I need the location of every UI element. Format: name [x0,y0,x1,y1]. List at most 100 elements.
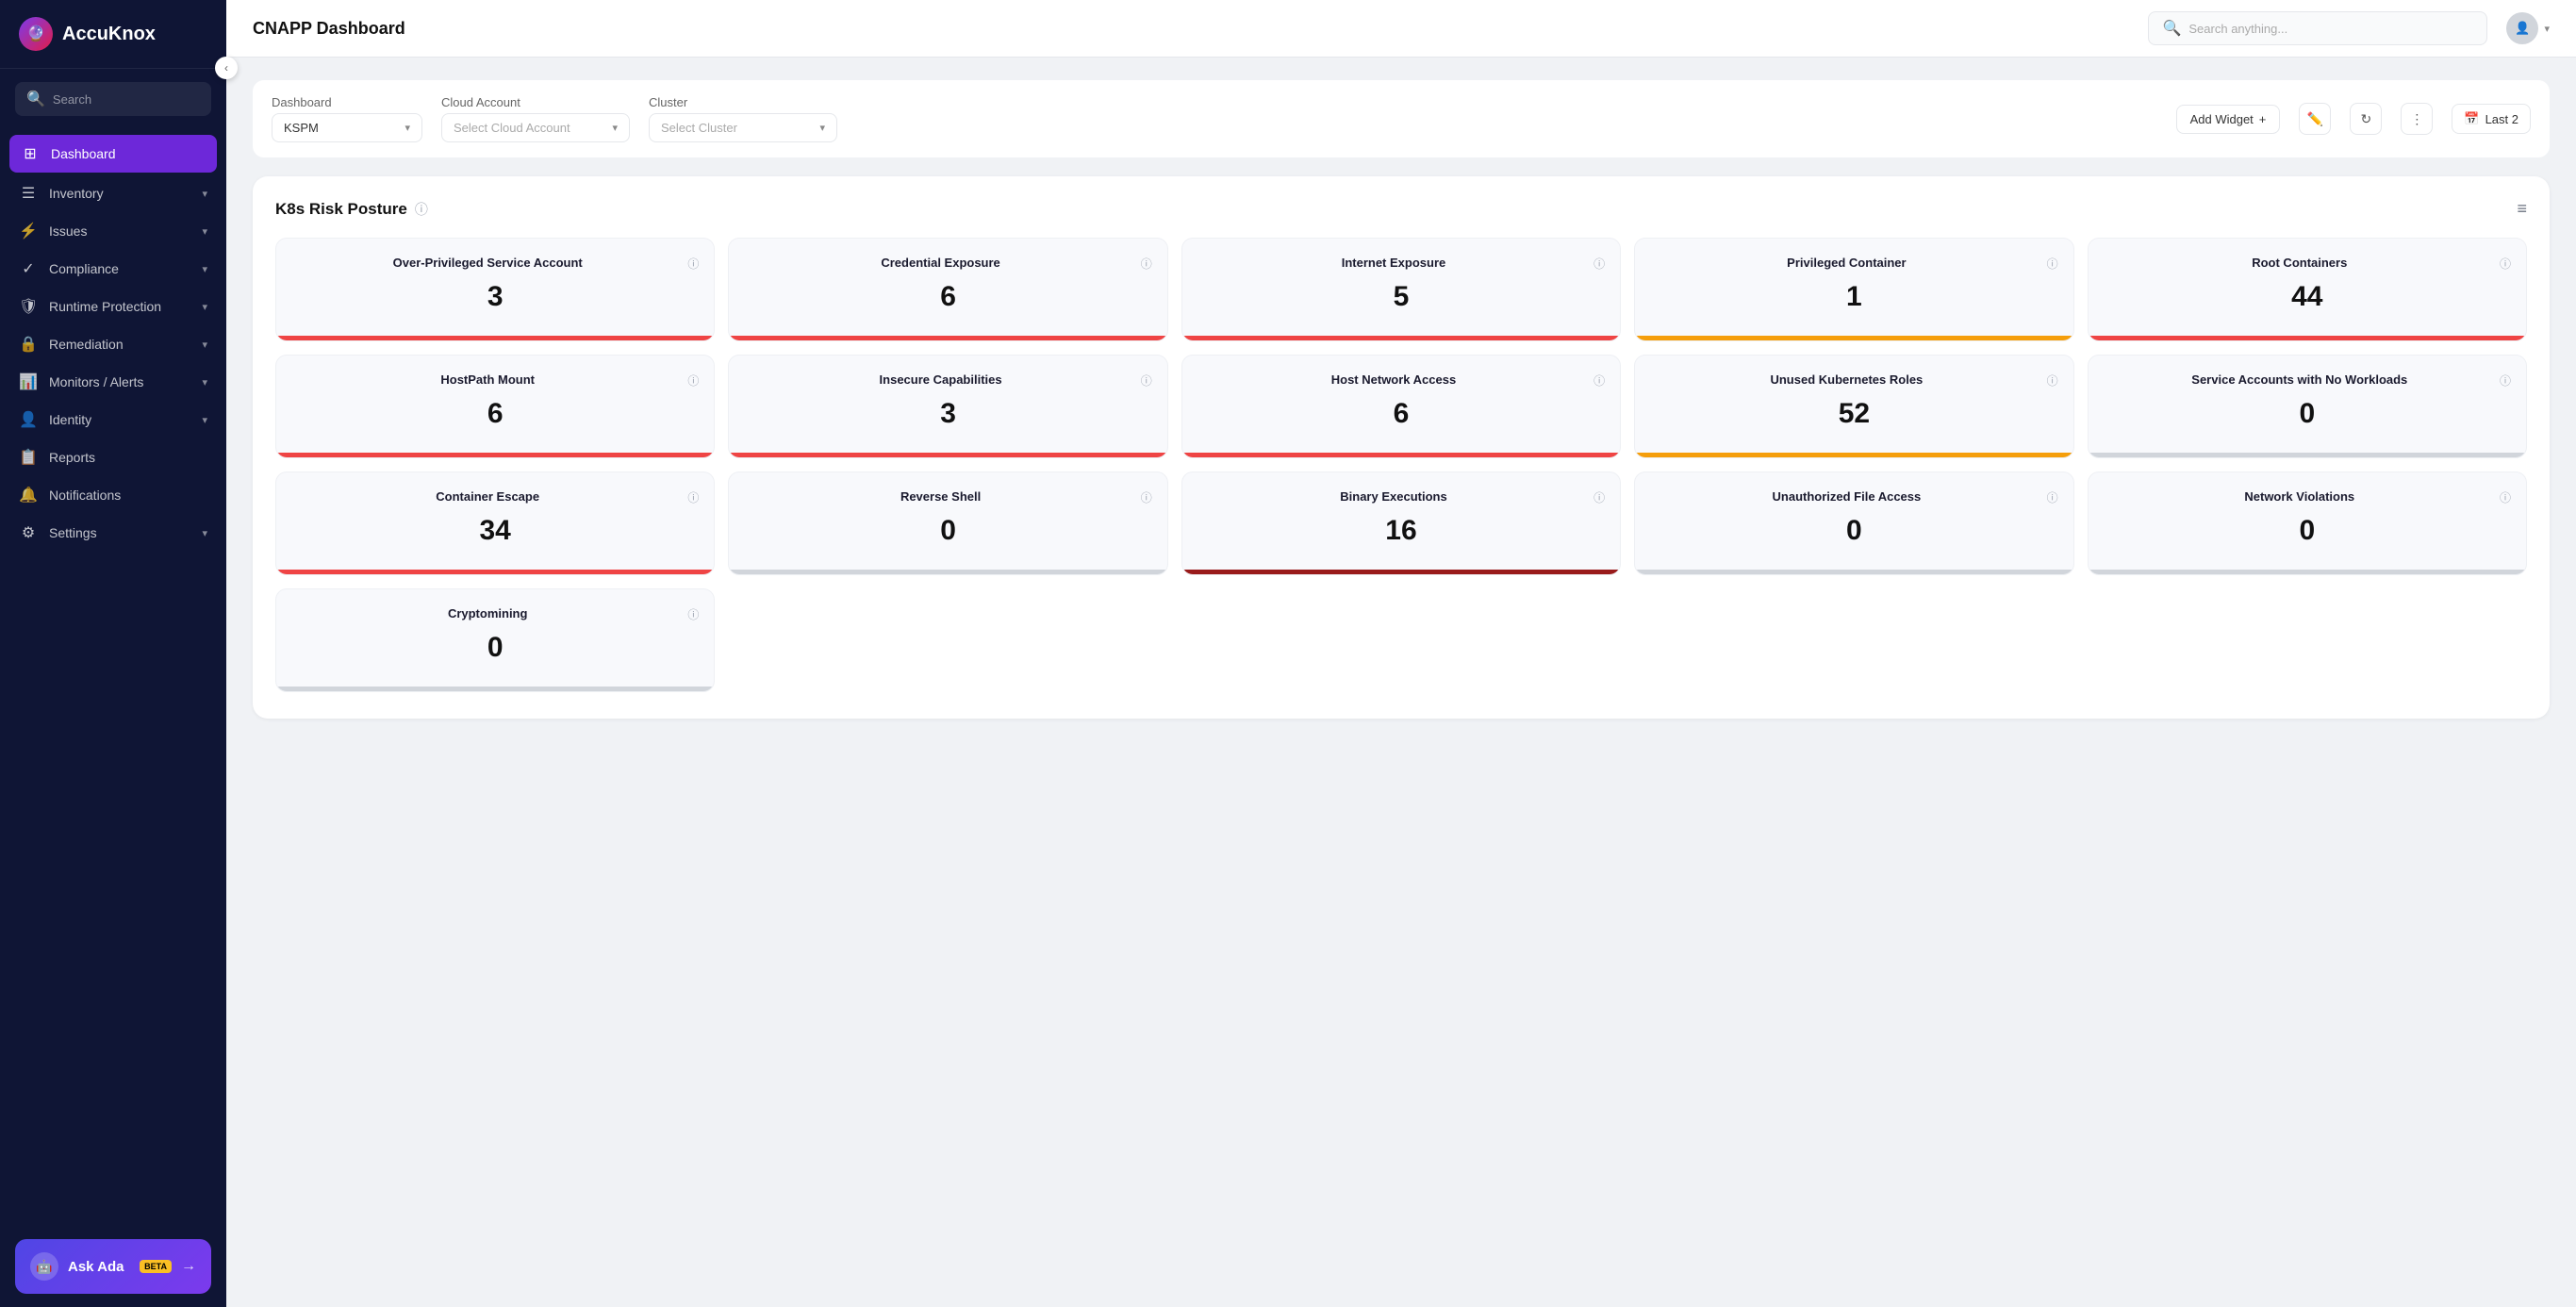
risk-card-over-privileged[interactable]: Over-Privileged Service Account ⓘ 3 [275,238,715,341]
main-scroll-area: Dashboard KSPM ▾ Cloud Account Select Cl… [226,58,2576,1307]
info-icon[interactable]: ⓘ [2047,372,2058,389]
risk-card-header: Insecure Capabilities ⓘ [744,372,1151,389]
chevron-down-icon: ▾ [612,122,618,134]
sidebar-item-label: Remediation [49,337,190,352]
sidebar-item-label: Settings [49,525,190,540]
risk-card-title-container-escape: Container Escape [291,489,684,505]
add-widget-button[interactable]: Add Widget + [2176,105,2281,134]
risk-card-hostpath-mount[interactable]: HostPath Mount ⓘ 6 [275,355,715,458]
search-input[interactable] [53,92,200,107]
date-range-button[interactable]: 📅 Last 2 [2452,104,2531,134]
issues-icon: ⚡ [19,222,38,240]
risk-card-value-insecure-capabilities: 3 [744,398,1151,430]
sidebar-item-compliance[interactable]: ✓ Compliance ▾ [0,250,226,288]
sidebar-item-reports[interactable]: 📋 Reports [0,438,226,476]
chevron-down-icon: ▾ [2544,23,2550,35]
dashboard-select[interactable]: KSPM ▾ [272,113,422,142]
edit-button[interactable]: ✏️ [2299,103,2331,135]
info-icon[interactable]: ⓘ [1593,372,1605,389]
filter-lines-icon[interactable]: ≡ [2517,199,2527,219]
calendar-icon: 📅 [2464,111,2479,126]
sidebar-search-container[interactable]: 🔍 [15,82,211,116]
filter-bar: Dashboard KSPM ▾ Cloud Account Select Cl… [253,80,2550,157]
info-icon[interactable]: ⓘ [2500,372,2511,389]
sidebar-item-issues[interactable]: ⚡ Issues ▾ [0,212,226,250]
logo-text: AccuKnox [62,24,156,45]
refresh-button[interactable]: ↻ [2350,103,2382,135]
risk-card-header: Binary Executions ⓘ [1197,489,1605,505]
risk-card-bar-internet-exposure [1182,336,1620,340]
info-icon[interactable]: ⓘ [2047,256,2058,272]
risk-card-header: Reverse Shell ⓘ [744,489,1151,505]
info-icon[interactable]: ⓘ [2500,256,2511,272]
risk-card-unauthorized-file-access[interactable]: Unauthorized File Access ⓘ 0 [1634,472,2073,575]
risk-card-title-insecure-capabilities: Insecure Capabilities [744,372,1136,389]
settings-icon: ⚙ [19,523,38,542]
info-icon[interactable]: ⓘ [1593,489,1605,505]
risk-card-bar-reverse-shell [729,570,1166,574]
risk-card-title-network-violations: Network Violations [2104,489,2496,505]
global-search[interactable]: 🔍 [2148,11,2487,45]
k8s-risk-widget: K8s Risk Posture ⓘ ≡ Over-Privileged Ser… [253,176,2550,719]
risk-card-service-accounts-no-workloads[interactable]: Service Accounts with No Workloads ⓘ 0 [2088,355,2527,458]
risk-card-host-network-access[interactable]: Host Network Access ⓘ 6 [1181,355,1621,458]
info-icon[interactable]: ⓘ [687,606,699,622]
risk-card-root-containers[interactable]: Root Containers ⓘ 44 [2088,238,2527,341]
risk-card-insecure-capabilities[interactable]: Insecure Capabilities ⓘ 3 [728,355,1167,458]
info-icon[interactable]: ⓘ [2047,489,2058,505]
info-icon[interactable]: ⓘ [2500,489,2511,505]
inventory-icon: ☰ [19,184,38,203]
risk-card-internet-exposure[interactable]: Internet Exposure ⓘ 5 [1181,238,1621,341]
risk-card-value-service-accounts-no-workloads: 0 [2104,398,2511,430]
sidebar-item-monitors[interactable]: 📊 Monitors / Alerts ▾ [0,363,226,401]
ask-ada-label: Ask Ada [68,1259,130,1275]
more-options-button[interactable]: ⋮ [2401,103,2433,135]
logo-icon: 🔮 [19,17,53,51]
cloud-account-select[interactable]: Select Cloud Account ▾ [441,113,630,142]
risk-card-privileged-container[interactable]: Privileged Container ⓘ 1 [1634,238,2073,341]
risk-card-unused-kubernetes-roles[interactable]: Unused Kubernetes Roles ⓘ 52 [1634,355,2073,458]
info-icon[interactable]: ⓘ [1141,489,1152,505]
sidebar-item-identity[interactable]: 👤 Identity ▾ [0,401,226,438]
sidebar-item-label: Compliance [49,261,190,276]
risk-card-bar-insecure-capabilities [729,453,1166,457]
cluster-select[interactable]: Select Cluster ▾ [649,113,837,142]
risk-card-header: Container Escape ⓘ [291,489,699,505]
avatar-circle: 👤 [2506,12,2538,44]
sidebar-item-remediation[interactable]: 🔒 Remediation ▾ [0,325,226,363]
risk-card-binary-executions[interactable]: Binary Executions ⓘ 16 [1181,472,1621,575]
risk-card-title-service-accounts-no-workloads: Service Accounts with No Workloads [2104,372,2496,389]
widget-title: K8s Risk Posture [275,200,407,219]
sidebar-logo: 🔮 AccuKnox [0,0,226,69]
risk-card-container-escape[interactable]: Container Escape ⓘ 34 [275,472,715,575]
risk-card-credential-exposure[interactable]: Credential Exposure ⓘ 6 [728,238,1167,341]
chevron-down-icon: ▾ [202,376,207,389]
risk-card-network-violations[interactable]: Network Violations ⓘ 0 [2088,472,2527,575]
info-icon[interactable]: ⓘ [687,256,699,272]
main-content: CNAPP Dashboard 🔍 👤 ▾ Dashboard KSPM ▾ [226,0,2576,1307]
info-icon[interactable]: ⓘ [687,489,699,505]
risk-grid-row-1: HostPath Mount ⓘ 6 Insecure Capabilities… [275,355,2527,458]
info-icon[interactable]: ⓘ [415,200,428,219]
risk-card-value-internet-exposure: 5 [1197,281,1605,313]
sidebar-item-notifications[interactable]: 🔔 Notifications [0,476,226,514]
sidebar-item-inventory[interactable]: ☰ Inventory ▾ [0,174,226,212]
search-icon: 🔍 [2162,19,2181,38]
sidebar-item-runtime[interactable]: 🛡 Runtime Protection ▾ [0,288,226,325]
search-input[interactable] [2188,22,2473,36]
sidebar-collapse-button[interactable]: ‹ [215,57,238,79]
ask-ada-arrow-icon: → [181,1258,196,1275]
info-icon[interactable]: ⓘ [687,372,699,389]
topbar: CNAPP Dashboard 🔍 👤 ▾ [226,0,2576,58]
risk-card-reverse-shell[interactable]: Reverse Shell ⓘ 0 [728,472,1167,575]
sidebar-item-label: Inventory [49,186,190,201]
info-icon[interactable]: ⓘ [1141,256,1152,272]
info-icon[interactable]: ⓘ [1141,372,1152,389]
cloud-account-label: Cloud Account [441,95,630,109]
sidebar-item-dashboard[interactable]: ⊞ Dashboard [9,135,217,173]
info-icon[interactable]: ⓘ [1593,256,1605,272]
user-avatar[interactable]: 👤 ▾ [2506,12,2550,44]
sidebar-item-settings[interactable]: ⚙ Settings ▾ [0,514,226,552]
ask-ada-button[interactable]: 🤖 Ask Ada BETA → [15,1239,211,1294]
risk-card-cryptomining[interactable]: Cryptomining ⓘ 0 [275,588,715,692]
